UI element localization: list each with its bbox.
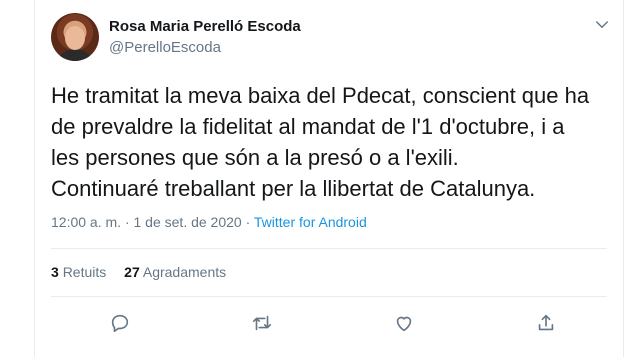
tweet-card: Rosa Maria Perelló Escoda @PerelloEscoda… <box>34 0 624 357</box>
reply-icon[interactable] <box>109 312 133 336</box>
likes-label: Agradaments <box>142 264 227 280</box>
tweet-actions <box>35 308 625 342</box>
author-name[interactable]: Rosa Maria Perelló Escoda <box>109 18 301 35</box>
tweet-stats: 3 Retuits 27 Agradaments <box>51 264 240 280</box>
likes-stat[interactable]: 27 Agradaments <box>124 264 226 280</box>
share-icon[interactable] <box>535 312 559 336</box>
divider <box>51 248 607 249</box>
avatar[interactable] <box>51 13 99 61</box>
avatar-shirt <box>55 49 95 61</box>
retweet-icon[interactable] <box>251 312 275 336</box>
retweets-stat[interactable]: 3 Retuits <box>51 264 110 280</box>
avatar-face <box>65 26 85 50</box>
likes-count: 27 <box>124 264 140 280</box>
author-handle[interactable]: @PerelloEscoda <box>109 39 221 56</box>
tweet-text: He tramitat la meva baixa del Pdecat, co… <box>51 83 590 201</box>
tweet-source[interactable]: Twitter for Android <box>254 214 367 230</box>
tweet-date[interactable]: 1 de set. de 2020 <box>134 214 242 230</box>
meta-separator: · <box>124 214 130 230</box>
retweets-label: Retuits <box>62 264 107 280</box>
meta-separator: · <box>245 214 251 230</box>
divider <box>51 296 607 297</box>
chevron-down-icon[interactable] <box>593 16 611 34</box>
tweet-time[interactable]: 12:00 a. m. <box>51 214 121 230</box>
retweets-count: 3 <box>51 264 59 280</box>
heart-icon[interactable] <box>393 312 417 336</box>
tweet-meta: 12:00 a. m. · 1 de set. de 2020 · Twitte… <box>51 214 367 230</box>
